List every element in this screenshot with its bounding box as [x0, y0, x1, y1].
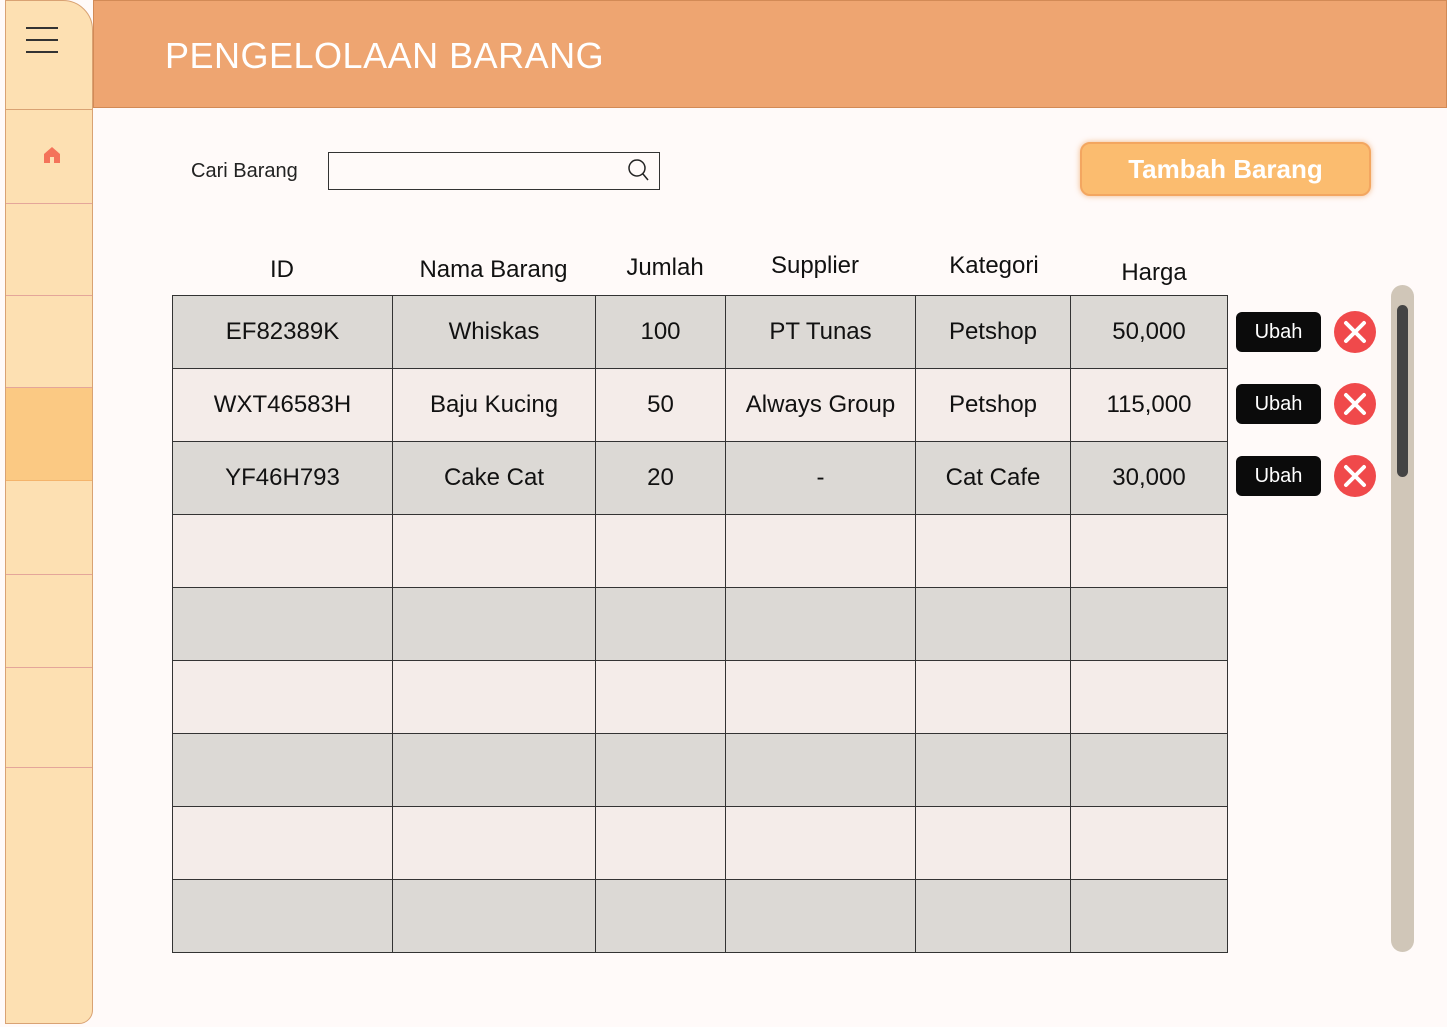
- table-cell: [172, 806, 393, 880]
- search-label: Cari Barang: [191, 160, 298, 182]
- table-row[interactable]: [172, 660, 1228, 734]
- table-cell: [1070, 587, 1228, 661]
- table-cell: [915, 660, 1071, 734]
- table-cell: [725, 806, 916, 880]
- sidebar-item-5[interactable]: [6, 481, 92, 575]
- table-cell: [1070, 806, 1228, 880]
- top-header: PENGELOLAAN BARANG: [93, 0, 1447, 108]
- table-cell: [392, 660, 596, 734]
- table-cell: [172, 587, 393, 661]
- page-title: PENGELOLAAN BARANG: [165, 35, 605, 76]
- table-cell: [595, 660, 726, 734]
- table-cell: [1070, 733, 1228, 807]
- table-row[interactable]: WXT46583H Baju Kucing 50 Always Group Petsho…: [172, 368, 1228, 442]
- column-header-nama-barang: Nama Barang: [419, 256, 568, 283]
- table-row[interactable]: [172, 733, 1228, 807]
- add-item-button[interactable]: Tambah Barang: [1080, 142, 1371, 196]
- column-header-harga: Harga: [1121, 259, 1187, 286]
- table-cell: [392, 733, 596, 807]
- table-cell: [1070, 514, 1228, 588]
- table-cell: [172, 514, 393, 588]
- sidebar-item-3[interactable]: [6, 296, 92, 388]
- table-row[interactable]: [172, 514, 1228, 588]
- sidebar-item-barang[interactable]: [6, 388, 92, 481]
- table-cell: Cake Cat: [392, 441, 596, 515]
- column-header-supplier: Supplier: [770, 252, 860, 279]
- table-cell: 50: [595, 368, 726, 442]
- items-table: EF82389K Whiskas 100 PT Tunas Petshop 50,000 W…: [172, 295, 1228, 953]
- table-cell: [725, 514, 916, 588]
- table-cell: YF46H793: [172, 441, 393, 515]
- table-cell: [915, 733, 1071, 807]
- table-cell: [915, 879, 1071, 953]
- table-cell: [915, 514, 1071, 588]
- table-cell: 20: [595, 441, 726, 515]
- table-cell: [392, 587, 596, 661]
- table-row[interactable]: [172, 879, 1228, 953]
- table-cell: [1070, 879, 1228, 953]
- table-scrollbar[interactable]: [1391, 285, 1414, 952]
- edit-button[interactable]: Ubah: [1236, 456, 1321, 496]
- table-cell: [1070, 660, 1228, 734]
- table-cell: [595, 879, 726, 953]
- search-input[interactable]: [329, 153, 635, 187]
- table-cell: [725, 733, 916, 807]
- delete-icon[interactable]: [1333, 310, 1377, 354]
- table-cell: -: [725, 441, 916, 515]
- table-cell: [595, 514, 726, 588]
- table-cell: [172, 660, 393, 734]
- table-cell: 30,000: [1070, 441, 1228, 515]
- table-cell: [172, 733, 393, 807]
- table-row[interactable]: [172, 587, 1228, 661]
- search-box: [328, 152, 660, 190]
- table-row[interactable]: [172, 806, 1228, 880]
- table-cell: [595, 587, 726, 661]
- table-cell: 115,000: [1070, 368, 1228, 442]
- column-header-kategori: Kategori: [949, 252, 1039, 279]
- edit-button[interactable]: Ubah: [1236, 312, 1321, 352]
- table-cell: [392, 806, 596, 880]
- sidebar: [5, 0, 93, 1024]
- table-cell: EF82389K: [172, 295, 393, 369]
- table-cell: [725, 879, 916, 953]
- sidebar-item-home[interactable]: [6, 109, 92, 204]
- table-row[interactable]: YF46H793 Cake Cat 20- Cat Cafe 30,000: [172, 441, 1228, 515]
- hamburger-menu-icon[interactable]: [26, 27, 58, 55]
- table-cell: Always Group: [725, 368, 916, 442]
- scrollbar-thumb[interactable]: [1397, 305, 1408, 477]
- table-cell: Petshop: [915, 368, 1071, 442]
- delete-icon[interactable]: [1333, 454, 1377, 498]
- sidebar-top: [6, 1, 92, 110]
- table-cell: [392, 514, 596, 588]
- sidebar-item-7[interactable]: [6, 668, 92, 768]
- table-cell: [725, 660, 916, 734]
- table-cell: [725, 587, 916, 661]
- table-cell: 100: [595, 295, 726, 369]
- table-cell: Petshop: [915, 295, 1071, 369]
- table-cell: PT Tunas: [725, 295, 916, 369]
- search-icon[interactable]: [627, 158, 649, 182]
- table-cell: [595, 806, 726, 880]
- table-cell: [915, 806, 1071, 880]
- home-icon: [44, 147, 60, 163]
- edit-button[interactable]: Ubah: [1236, 384, 1321, 424]
- delete-icon[interactable]: [1333, 382, 1377, 426]
- table-cell: Baju Kucing: [392, 368, 596, 442]
- table-cell: [392, 879, 596, 953]
- column-header-jumlah: Jumlah: [626, 254, 704, 281]
- table-cell: Cat Cafe: [915, 441, 1071, 515]
- sidebar-item-6[interactable]: [6, 575, 92, 668]
- table-cell: [595, 733, 726, 807]
- table-cell: [915, 587, 1071, 661]
- sidebar-item-2[interactable]: [6, 204, 92, 296]
- table-row[interactable]: EF82389K Whiskas 100 PT Tunas Petshop 50,000: [172, 295, 1228, 369]
- table-cell: 50,000: [1070, 295, 1228, 369]
- column-header-id: ID: [270, 256, 294, 283]
- table-cell: WXT46583H: [172, 368, 393, 442]
- table-cell: [172, 879, 393, 953]
- table-cell: Whiskas: [392, 295, 596, 369]
